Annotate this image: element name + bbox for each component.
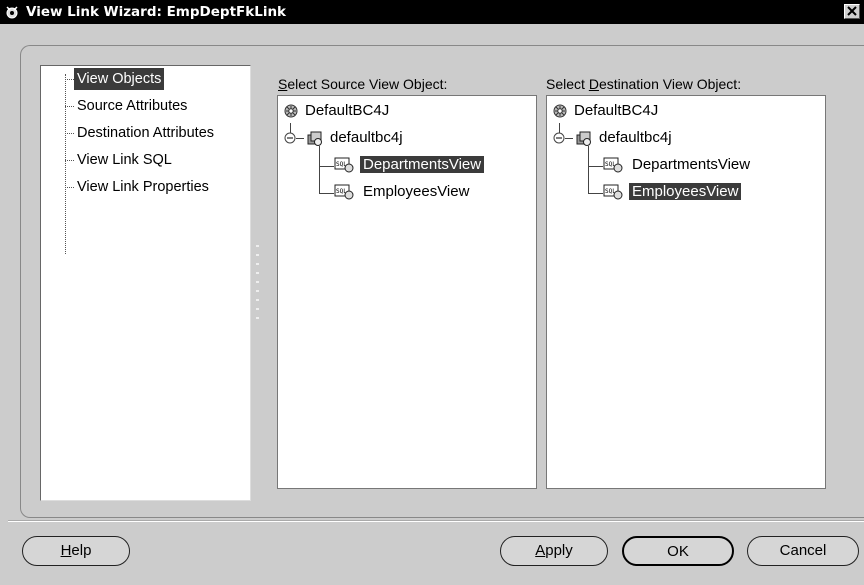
sql-view-icon: SQL — [603, 157, 623, 173]
ok-button[interactable]: OK — [622, 536, 734, 566]
step-view-link-properties[interactable]: View Link Properties — [74, 176, 212, 198]
collapse-icon[interactable] — [553, 132, 565, 144]
tree-connector — [65, 160, 74, 161]
tree-connector — [319, 193, 334, 194]
wizard-steps-panel: View Objects Source Attributes Destinati… — [40, 65, 251, 501]
database-icon — [553, 104, 567, 118]
tree-view-node-departments[interactable]: SQL DepartmentsView — [603, 154, 753, 176]
step-view-link-sql[interactable]: View Link SQL — [74, 149, 175, 171]
tree-view-node-departments[interactable]: SQL DepartmentsView — [334, 154, 485, 176]
database-icon — [284, 104, 298, 118]
destination-label: Select Destination View Object: — [546, 76, 742, 92]
source-tree[interactable]: DefaultBC4J defaultbc4j SQL DepartmentsV… — [277, 95, 537, 489]
window-title: View Link Wizard: EmpDeptFkLink — [26, 4, 287, 20]
tree-connector — [65, 74, 66, 254]
tree-root-node[interactable]: DefaultBC4J — [282, 100, 392, 122]
step-source-attributes[interactable]: Source Attributes — [74, 95, 190, 117]
help-button[interactable]: Help — [22, 536, 130, 566]
splitter-grip[interactable] — [256, 245, 259, 325]
sql-view-icon: SQL — [334, 157, 354, 173]
tree-connector — [319, 166, 334, 167]
app-icon — [6, 6, 18, 19]
tree-connector — [588, 166, 603, 167]
separator — [8, 520, 864, 522]
close-button[interactable] — [844, 4, 860, 19]
tree-package-node[interactable]: defaultbc4j — [551, 127, 675, 149]
package-icon — [307, 131, 322, 146]
collapse-icon[interactable] — [284, 132, 296, 144]
tree-package-node[interactable]: defaultbc4j — [282, 127, 406, 149]
tree-view-node-employees[interactable]: SQL EmployeesView — [603, 181, 742, 203]
tree-view-node-employees[interactable]: SQL EmployeesView — [334, 181, 472, 203]
step-view-objects[interactable]: View Objects — [74, 68, 165, 90]
tree-connector — [588, 193, 603, 194]
close-icon — [847, 6, 857, 16]
tree-connector — [588, 146, 589, 194]
tree-connector — [319, 146, 320, 194]
sql-view-icon: SQL — [334, 184, 354, 200]
cancel-button[interactable]: Cancel — [747, 536, 859, 566]
source-label: Select Source View Object: — [278, 76, 448, 92]
tree-connector — [65, 79, 74, 80]
sql-view-icon: SQL — [603, 184, 623, 200]
package-icon — [576, 131, 591, 146]
apply-button[interactable]: Apply — [500, 536, 608, 566]
tree-connector — [65, 187, 74, 188]
destination-tree[interactable]: DefaultBC4J defaultbc4j SQL DepartmentsV… — [546, 95, 826, 489]
title-bar[interactable]: View Link Wizard: EmpDeptFkLink — [0, 0, 864, 24]
step-destination-attributes[interactable]: Destination Attributes — [74, 122, 217, 144]
tree-root-node[interactable]: DefaultBC4J — [551, 100, 661, 122]
tree-connector — [65, 133, 74, 134]
tree-connector — [65, 106, 74, 107]
